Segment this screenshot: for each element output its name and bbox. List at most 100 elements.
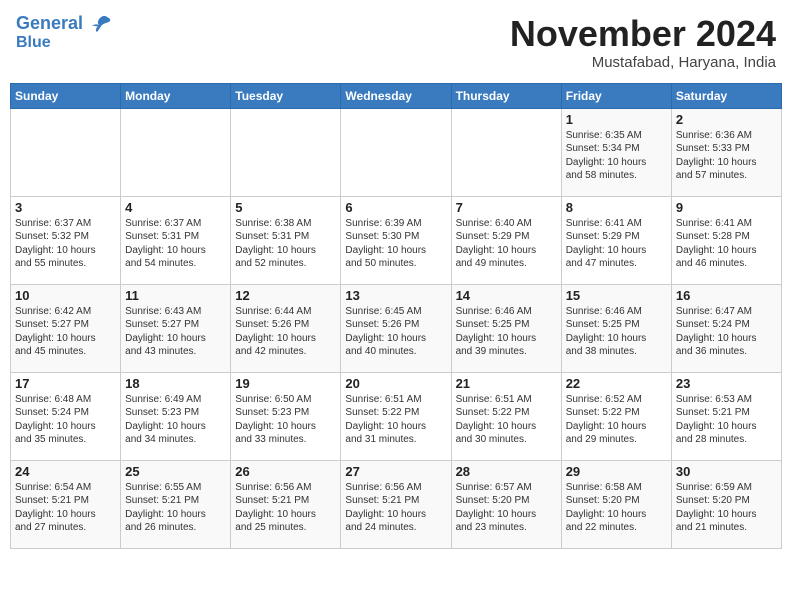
calendar-cell: 5 Sunrise: 6:38 AM Sunset: 5:31 PM Daylig… — [231, 196, 341, 284]
calendar-cell — [451, 108, 561, 196]
calendar-cell: 14 Sunrise: 6:46 AM Sunset: 5:25 PM Dayli… — [451, 284, 561, 372]
day-content: Sunrise: 6:37 AM Sunset: 5:32 PM Dayligh… — [15, 217, 116, 271]
calendar-cell — [11, 108, 121, 196]
day-content: Sunrise: 6:38 AM Sunset: 5:31 PM Dayligh… — [235, 217, 336, 271]
day-number: 18 — [125, 376, 226, 391]
day-content: Sunrise: 6:51 AM Sunset: 5:22 PM Dayligh… — [345, 393, 446, 447]
day-number: 3 — [15, 200, 116, 215]
calendar-cell — [231, 108, 341, 196]
day-number: 7 — [456, 200, 557, 215]
calendar-cell: 4 Sunrise: 6:37 AM Sunset: 5:31 PM Daylig… — [121, 196, 231, 284]
calendar-cell: 11 Sunrise: 6:43 AM Sunset: 5:27 PM Dayli… — [121, 284, 231, 372]
day-number: 1 — [566, 112, 667, 127]
day-content: Sunrise: 6:56 AM Sunset: 5:21 PM Dayligh… — [345, 481, 446, 535]
day-content: Sunrise: 6:51 AM Sunset: 5:22 PM Dayligh… — [456, 393, 557, 447]
day-content: Sunrise: 6:46 AM Sunset: 5:25 PM Dayligh… — [456, 305, 557, 359]
day-content: Sunrise: 6:35 AM Sunset: 5:34 PM Dayligh… — [566, 129, 667, 183]
day-content: Sunrise: 6:39 AM Sunset: 5:30 PM Dayligh… — [345, 217, 446, 271]
calendar-cell: 19Sunrise: 6:50 AM Sunset: 5:23 PM Dayli… — [231, 372, 341, 460]
calendar-cell: 30 Sunrise: 6:59 AM Sunset: 5:20 PM Dayli… — [671, 460, 781, 548]
day-content: Sunrise: 6:36 AM Sunset: 5:33 PM Dayligh… — [676, 129, 777, 183]
calendar-cell: 10 Sunrise: 6:42 AM Sunset: 5:27 PM Dayli… — [11, 284, 121, 372]
day-number: 17 — [15, 376, 116, 391]
calendar-cell: 27 Sunrise: 6:56 AM Sunset: 5:21 PM Dayli… — [341, 460, 451, 548]
calendar-cell — [341, 108, 451, 196]
weekday-header-friday: Friday — [561, 83, 671, 108]
day-number: 24 — [15, 464, 116, 479]
page-header: General Blue November 2024 Mustafabad, H… — [10, 10, 782, 75]
calendar-cell: 6Sunrise: 6:39 AM Sunset: 5:30 PM Daylig… — [341, 196, 451, 284]
bird-icon — [89, 15, 111, 33]
calendar-cell: 21 Sunrise: 6:51 AM Sunset: 5:22 PM Dayli… — [451, 372, 561, 460]
day-number: 30 — [676, 464, 777, 479]
calendar-cell: 3 Sunrise: 6:37 AM Sunset: 5:32 PM Daylig… — [11, 196, 121, 284]
calendar-week-3: 10 Sunrise: 6:42 AM Sunset: 5:27 PM Dayli… — [11, 284, 782, 372]
calendar-cell: 7 Sunrise: 6:40 AM Sunset: 5:29 PM Daylig… — [451, 196, 561, 284]
day-content: Sunrise: 6:57 AM Sunset: 5:20 PM Dayligh… — [456, 481, 557, 535]
month-title: November 2024 — [510, 14, 776, 54]
day-content: Sunrise: 6:40 AM Sunset: 5:29 PM Dayligh… — [456, 217, 557, 271]
calendar-week-2: 3 Sunrise: 6:37 AM Sunset: 5:32 PM Daylig… — [11, 196, 782, 284]
day-content: Sunrise: 6:56 AM Sunset: 5:21 PM Dayligh… — [235, 481, 336, 535]
day-number: 16 — [676, 288, 777, 303]
day-number: 25 — [125, 464, 226, 479]
day-number: 29 — [566, 464, 667, 479]
day-number: 26 — [235, 464, 336, 479]
day-content: Sunrise: 6:52 AM Sunset: 5:22 PM Dayligh… — [566, 393, 667, 447]
calendar-cell: 16Sunrise: 6:47 AM Sunset: 5:24 PM Dayli… — [671, 284, 781, 372]
logo-text: General — [16, 14, 111, 34]
logo-line2: Blue — [16, 34, 51, 52]
day-number: 22 — [566, 376, 667, 391]
day-number: 2 — [676, 112, 777, 127]
day-number: 10 — [15, 288, 116, 303]
day-number: 4 — [125, 200, 226, 215]
day-content: Sunrise: 6:37 AM Sunset: 5:31 PM Dayligh… — [125, 217, 226, 271]
day-number: 5 — [235, 200, 336, 215]
calendar-cell: 22 Sunrise: 6:52 AM Sunset: 5:22 PM Dayli… — [561, 372, 671, 460]
weekday-header-saturday: Saturday — [671, 83, 781, 108]
calendar-cell: 9Sunrise: 6:41 AM Sunset: 5:28 PM Daylig… — [671, 196, 781, 284]
day-content: Sunrise: 6:42 AM Sunset: 5:27 PM Dayligh… — [15, 305, 116, 359]
day-number: 14 — [456, 288, 557, 303]
calendar-cell: 1 Sunrise: 6:35 AM Sunset: 5:34 PM Daylig… — [561, 108, 671, 196]
calendar-week-4: 17 Sunrise: 6:48 AM Sunset: 5:24 PM Dayli… — [11, 372, 782, 460]
day-content: Sunrise: 6:54 AM Sunset: 5:21 PM Dayligh… — [15, 481, 116, 535]
day-number: 27 — [345, 464, 446, 479]
day-number: 21 — [456, 376, 557, 391]
calendar-cell: 24 Sunrise: 6:54 AM Sunset: 5:21 PM Dayli… — [11, 460, 121, 548]
weekday-header-row: SundayMondayTuesdayWednesdayThursdayFrid… — [11, 83, 782, 108]
calendar-cell: 2 Sunrise: 6:36 AM Sunset: 5:33 PM Daylig… — [671, 108, 781, 196]
day-number: 9 — [676, 200, 777, 215]
calendar-cell: 15 Sunrise: 6:46 AM Sunset: 5:25 PM Dayli… — [561, 284, 671, 372]
day-content: Sunrise: 6:58 AM Sunset: 5:20 PM Dayligh… — [566, 481, 667, 535]
weekday-header-thursday: Thursday — [451, 83, 561, 108]
day-content: Sunrise: 6:50 AM Sunset: 5:23 PM Dayligh… — [235, 393, 336, 447]
location: Mustafabad, Haryana, India — [510, 54, 776, 71]
weekday-header-sunday: Sunday — [11, 83, 121, 108]
calendar-cell: 29 Sunrise: 6:58 AM Sunset: 5:20 PM Dayli… — [561, 460, 671, 548]
calendar-cell: 8 Sunrise: 6:41 AM Sunset: 5:29 PM Daylig… — [561, 196, 671, 284]
day-content: Sunrise: 6:49 AM Sunset: 5:23 PM Dayligh… — [125, 393, 226, 447]
day-content: Sunrise: 6:44 AM Sunset: 5:26 PM Dayligh… — [235, 305, 336, 359]
day-number: 15 — [566, 288, 667, 303]
day-number: 8 — [566, 200, 667, 215]
day-number: 11 — [125, 288, 226, 303]
calendar-week-5: 24 Sunrise: 6:54 AM Sunset: 5:21 PM Dayli… — [11, 460, 782, 548]
day-content: Sunrise: 6:46 AM Sunset: 5:25 PM Dayligh… — [566, 305, 667, 359]
day-number: 12 — [235, 288, 336, 303]
calendar-table: SundayMondayTuesdayWednesdayThursdayFrid… — [10, 83, 782, 549]
calendar-body: 1 Sunrise: 6:35 AM Sunset: 5:34 PM Daylig… — [11, 108, 782, 548]
day-number: 23 — [676, 376, 777, 391]
weekday-header-monday: Monday — [121, 83, 231, 108]
weekday-header-tuesday: Tuesday — [231, 83, 341, 108]
calendar-cell — [121, 108, 231, 196]
day-content: Sunrise: 6:59 AM Sunset: 5:20 PM Dayligh… — [676, 481, 777, 535]
day-content: Sunrise: 6:41 AM Sunset: 5:29 PM Dayligh… — [566, 217, 667, 271]
day-content: Sunrise: 6:43 AM Sunset: 5:27 PM Dayligh… — [125, 305, 226, 359]
calendar-cell: 26 Sunrise: 6:56 AM Sunset: 5:21 PM Dayli… — [231, 460, 341, 548]
calendar-cell: 12 Sunrise: 6:44 AM Sunset: 5:26 PM Dayli… — [231, 284, 341, 372]
day-content: Sunrise: 6:45 AM Sunset: 5:26 PM Dayligh… — [345, 305, 446, 359]
day-content: Sunrise: 6:48 AM Sunset: 5:24 PM Dayligh… — [15, 393, 116, 447]
day-content: Sunrise: 6:55 AM Sunset: 5:21 PM Dayligh… — [125, 481, 226, 535]
calendar-cell: 25 Sunrise: 6:55 AM Sunset: 5:21 PM Dayli… — [121, 460, 231, 548]
